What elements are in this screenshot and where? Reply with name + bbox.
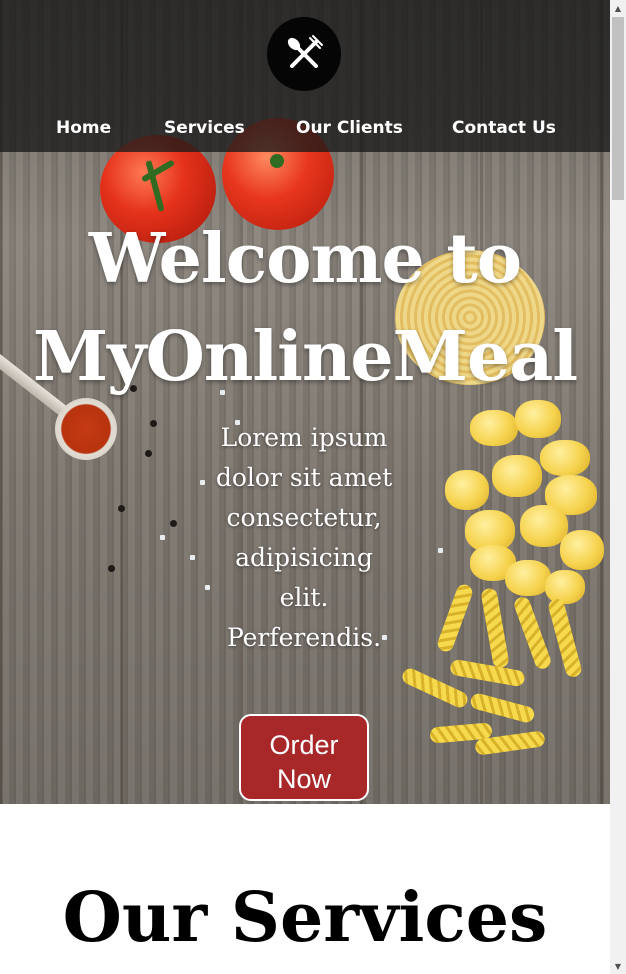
- peppercorn: [118, 505, 125, 512]
- fusilli-image: [449, 658, 526, 688]
- fusilli-image: [469, 691, 536, 725]
- hero-description: Lorem ipsum dolor sit amet consectetur, …: [215, 423, 393, 652]
- fusilli-image: [512, 595, 553, 671]
- pasta-image: [505, 560, 551, 596]
- nav-link-home[interactable]: Home: [56, 118, 111, 138]
- peppercorn: [150, 420, 157, 427]
- scroll-down-arrow-icon[interactable]: ▼: [610, 958, 626, 974]
- nav-link-our-clients[interactable]: Our Clients: [296, 118, 403, 138]
- salt-grain: [200, 480, 205, 485]
- pasta-image: [470, 410, 518, 446]
- fusilli-image: [480, 587, 510, 669]
- pasta-image: [560, 530, 604, 570]
- salt-grain: [160, 535, 165, 540]
- peppercorn: [108, 565, 115, 572]
- salt-grain: [190, 555, 195, 560]
- fork-spoon-icon: [287, 35, 323, 68]
- services-section-title: Our Services: [62, 878, 548, 958]
- nav-link-services[interactable]: Services: [164, 118, 245, 138]
- page-viewport: Welcome to MyOnlineMeal Lorem ipsum dolo…: [0, 0, 610, 974]
- scroll-up-arrow-icon[interactable]: ▲: [610, 0, 626, 16]
- fusilli-image: [546, 597, 584, 679]
- salt-grain: [205, 585, 210, 590]
- spice-spoon-image: [55, 398, 117, 460]
- peppercorn: [145, 450, 152, 457]
- hero-title: Welcome to MyOnlineMeal: [32, 219, 578, 397]
- pasta-image: [445, 470, 489, 510]
- pasta-image: [540, 440, 590, 476]
- fusilli-image: [435, 582, 475, 654]
- navbar: Home Services Our Clients Contact Us: [0, 0, 610, 152]
- tomato-stem: [270, 154, 284, 168]
- pasta-image: [545, 570, 585, 604]
- logo[interactable]: [267, 17, 341, 91]
- peppercorn: [170, 520, 177, 527]
- order-now-button[interactable]: Order Now: [239, 714, 369, 801]
- vertical-scrollbar[interactable]: ▲ ▼: [610, 0, 626, 974]
- scrollbar-thumb[interactable]: [612, 17, 624, 200]
- salt-grain: [438, 548, 443, 553]
- nav-link-contact-us[interactable]: Contact Us: [452, 118, 556, 138]
- pasta-image: [492, 455, 542, 497]
